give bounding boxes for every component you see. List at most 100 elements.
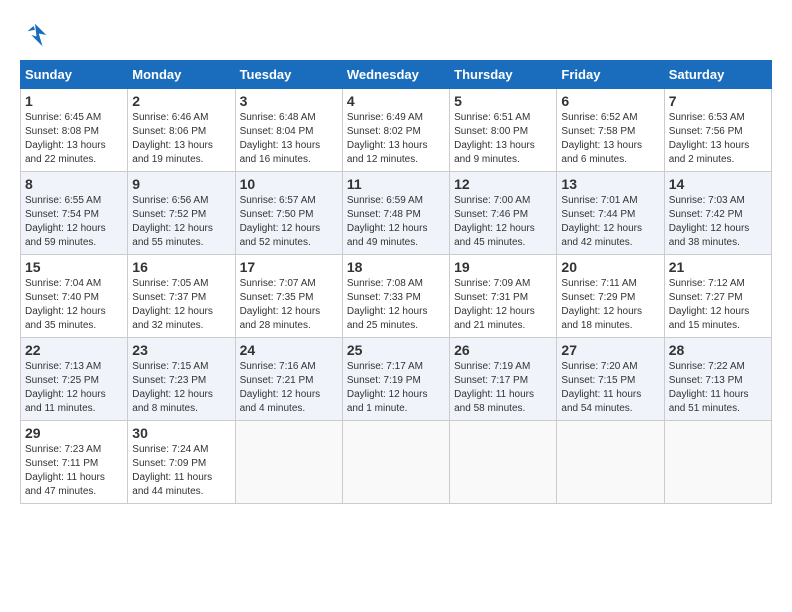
- day-number: 14: [669, 176, 767, 192]
- calendar-cell: 7 Sunrise: 6:53 AMSunset: 7:56 PMDaylight…: [664, 89, 771, 172]
- weekday-header-monday: Monday: [128, 61, 235, 89]
- calendar-cell: 29 Sunrise: 7:23 AMSunset: 7:11 PMDayligh…: [21, 421, 128, 504]
- day-info: Sunrise: 7:00 AMSunset: 7:46 PMDaylight:…: [454, 194, 552, 250]
- day-number: 1: [25, 93, 123, 109]
- day-info: Sunrise: 7:11 AMSunset: 7:29 PMDaylight:…: [561, 277, 659, 333]
- calendar-cell: 15 Sunrise: 7:04 AMSunset: 7:40 PMDayligh…: [21, 255, 128, 338]
- calendar-cell: [342, 421, 449, 504]
- weekday-header-saturday: Saturday: [664, 61, 771, 89]
- day-info: Sunrise: 6:52 AMSunset: 7:58 PMDaylight:…: [561, 111, 659, 167]
- day-number: 10: [240, 176, 338, 192]
- logo-icon: [20, 20, 50, 50]
- calendar-cell: 22 Sunrise: 7:13 AMSunset: 7:25 PMDayligh…: [21, 338, 128, 421]
- day-number: 18: [347, 259, 445, 275]
- day-number: 7: [669, 93, 767, 109]
- day-info: Sunrise: 6:46 AMSunset: 8:06 PMDaylight:…: [132, 111, 230, 167]
- day-number: 8: [25, 176, 123, 192]
- calendar-cell: 30 Sunrise: 7:24 AMSunset: 7:09 PMDayligh…: [128, 421, 235, 504]
- day-info: Sunrise: 6:59 AMSunset: 7:48 PMDaylight:…: [347, 194, 445, 250]
- day-info: Sunrise: 7:23 AMSunset: 7:11 PMDaylight:…: [25, 443, 123, 499]
- day-info: Sunrise: 7:08 AMSunset: 7:33 PMDaylight:…: [347, 277, 445, 333]
- day-number: 22: [25, 342, 123, 358]
- calendar-table: SundayMondayTuesdayWednesdayThursdayFrid…: [20, 60, 772, 504]
- day-info: Sunrise: 6:48 AMSunset: 8:04 PMDaylight:…: [240, 111, 338, 167]
- calendar-cell: 14 Sunrise: 7:03 AMSunset: 7:42 PMDayligh…: [664, 172, 771, 255]
- day-number: 19: [454, 259, 552, 275]
- day-info: Sunrise: 7:03 AMSunset: 7:42 PMDaylight:…: [669, 194, 767, 250]
- calendar-cell: 10 Sunrise: 6:57 AMSunset: 7:50 PMDayligh…: [235, 172, 342, 255]
- calendar-cell: 19 Sunrise: 7:09 AMSunset: 7:31 PMDayligh…: [450, 255, 557, 338]
- day-info: Sunrise: 6:53 AMSunset: 7:56 PMDaylight:…: [669, 111, 767, 167]
- weekday-header-sunday: Sunday: [21, 61, 128, 89]
- calendar-cell: 17Sunrise: 7:07 AMSunset: 7:35 PMDayligh…: [235, 255, 342, 338]
- logo: [20, 20, 54, 50]
- calendar-cell: 13 Sunrise: 7:01 AMSunset: 7:44 PMDayligh…: [557, 172, 664, 255]
- day-number: 20: [561, 259, 659, 275]
- day-number: 23: [132, 342, 230, 358]
- day-info: Sunrise: 7:24 AMSunset: 7:09 PMDaylight:…: [132, 443, 230, 499]
- day-number: 26: [454, 342, 552, 358]
- calendar-cell: 28Sunrise: 7:22 AMSunset: 7:13 PMDayligh…: [664, 338, 771, 421]
- calendar-cell: 16 Sunrise: 7:05 AMSunset: 7:37 PMDayligh…: [128, 255, 235, 338]
- day-number: 6: [561, 93, 659, 109]
- weekday-header-wednesday: Wednesday: [342, 61, 449, 89]
- day-info: Sunrise: 6:56 AMSunset: 7:52 PMDaylight:…: [132, 194, 230, 250]
- day-number: 30: [132, 425, 230, 441]
- day-info: Sunrise: 6:55 AMSunset: 7:54 PMDaylight:…: [25, 194, 123, 250]
- day-info: Sunrise: 6:57 AMSunset: 7:50 PMDaylight:…: [240, 194, 338, 250]
- weekday-header-thursday: Thursday: [450, 61, 557, 89]
- calendar-cell: 25 Sunrise: 7:17 AMSunset: 7:19 PMDayligh…: [342, 338, 449, 421]
- day-number: 12: [454, 176, 552, 192]
- day-number: 21: [669, 259, 767, 275]
- day-info: Sunrise: 7:19 AMSunset: 7:17 PMDaylight:…: [454, 360, 552, 416]
- day-number: 29: [25, 425, 123, 441]
- day-info: Sunrise: 7:01 AMSunset: 7:44 PMDaylight:…: [561, 194, 659, 250]
- calendar-cell: 11 Sunrise: 6:59 AMSunset: 7:48 PMDayligh…: [342, 172, 449, 255]
- calendar-cell: 12 Sunrise: 7:00 AMSunset: 7:46 PMDayligh…: [450, 172, 557, 255]
- day-number: 27: [561, 342, 659, 358]
- day-number: 28: [669, 342, 767, 358]
- day-number: 11: [347, 176, 445, 192]
- day-info: Sunrise: 7:04 AMSunset: 7:40 PMDaylight:…: [25, 277, 123, 333]
- day-info: Sunrise: 7:15 AMSunset: 7:23 PMDaylight:…: [132, 360, 230, 416]
- calendar-cell: [450, 421, 557, 504]
- calendar-cell: [664, 421, 771, 504]
- day-info: Sunrise: 7:17 AMSunset: 7:19 PMDaylight:…: [347, 360, 445, 416]
- day-number: 13: [561, 176, 659, 192]
- day-info: Sunrise: 7:05 AMSunset: 7:37 PMDaylight:…: [132, 277, 230, 333]
- day-number: 3: [240, 93, 338, 109]
- weekday-header-tuesday: Tuesday: [235, 61, 342, 89]
- day-info: Sunrise: 7:20 AMSunset: 7:15 PMDaylight:…: [561, 360, 659, 416]
- calendar-cell: 6 Sunrise: 6:52 AMSunset: 7:58 PMDaylight…: [557, 89, 664, 172]
- calendar-cell: [557, 421, 664, 504]
- calendar-cell: 26 Sunrise: 7:19 AMSunset: 7:17 PMDayligh…: [450, 338, 557, 421]
- calendar-cell: [235, 421, 342, 504]
- day-info: Sunrise: 7:13 AMSunset: 7:25 PMDaylight:…: [25, 360, 123, 416]
- day-info: Sunrise: 6:51 AMSunset: 8:00 PMDaylight:…: [454, 111, 552, 167]
- calendar-cell: 4 Sunrise: 6:49 AMSunset: 8:02 PMDaylight…: [342, 89, 449, 172]
- calendar-cell: 18 Sunrise: 7:08 AMSunset: 7:33 PMDayligh…: [342, 255, 449, 338]
- calendar-cell: 23 Sunrise: 7:15 AMSunset: 7:23 PMDayligh…: [128, 338, 235, 421]
- calendar-cell: 5 Sunrise: 6:51 AMSunset: 8:00 PMDaylight…: [450, 89, 557, 172]
- calendar-cell: 27 Sunrise: 7:20 AMSunset: 7:15 PMDayligh…: [557, 338, 664, 421]
- day-number: 25: [347, 342, 445, 358]
- day-info: Sunrise: 7:07 AMSunset: 7:35 PMDaylight:…: [240, 277, 338, 333]
- calendar-cell: 3 Sunrise: 6:48 AMSunset: 8:04 PMDaylight…: [235, 89, 342, 172]
- day-info: Sunrise: 7:12 AMSunset: 7:27 PMDaylight:…: [669, 277, 767, 333]
- day-info: Sunrise: 6:49 AMSunset: 8:02 PMDaylight:…: [347, 111, 445, 167]
- calendar-cell: 24Sunrise: 7:16 AMSunset: 7:21 PMDayligh…: [235, 338, 342, 421]
- day-number: 4: [347, 93, 445, 109]
- day-info: Sunrise: 6:45 AMSunset: 8:08 PMDaylight:…: [25, 111, 123, 167]
- day-number: 2: [132, 93, 230, 109]
- day-number: 16: [132, 259, 230, 275]
- day-info: Sunrise: 7:09 AMSunset: 7:31 PMDaylight:…: [454, 277, 552, 333]
- calendar-cell: 21 Sunrise: 7:12 AMSunset: 7:27 PMDayligh…: [664, 255, 771, 338]
- day-number: 24: [240, 342, 338, 358]
- day-number: 9: [132, 176, 230, 192]
- calendar-cell: 20 Sunrise: 7:11 AMSunset: 7:29 PMDayligh…: [557, 255, 664, 338]
- day-number: 15: [25, 259, 123, 275]
- calendar-cell: 2 Sunrise: 6:46 AMSunset: 8:06 PMDaylight…: [128, 89, 235, 172]
- day-number: 5: [454, 93, 552, 109]
- calendar-cell: 1 Sunrise: 6:45 AMSunset: 8:08 PMDaylight…: [21, 89, 128, 172]
- calendar-cell: 9 Sunrise: 6:56 AMSunset: 7:52 PMDaylight…: [128, 172, 235, 255]
